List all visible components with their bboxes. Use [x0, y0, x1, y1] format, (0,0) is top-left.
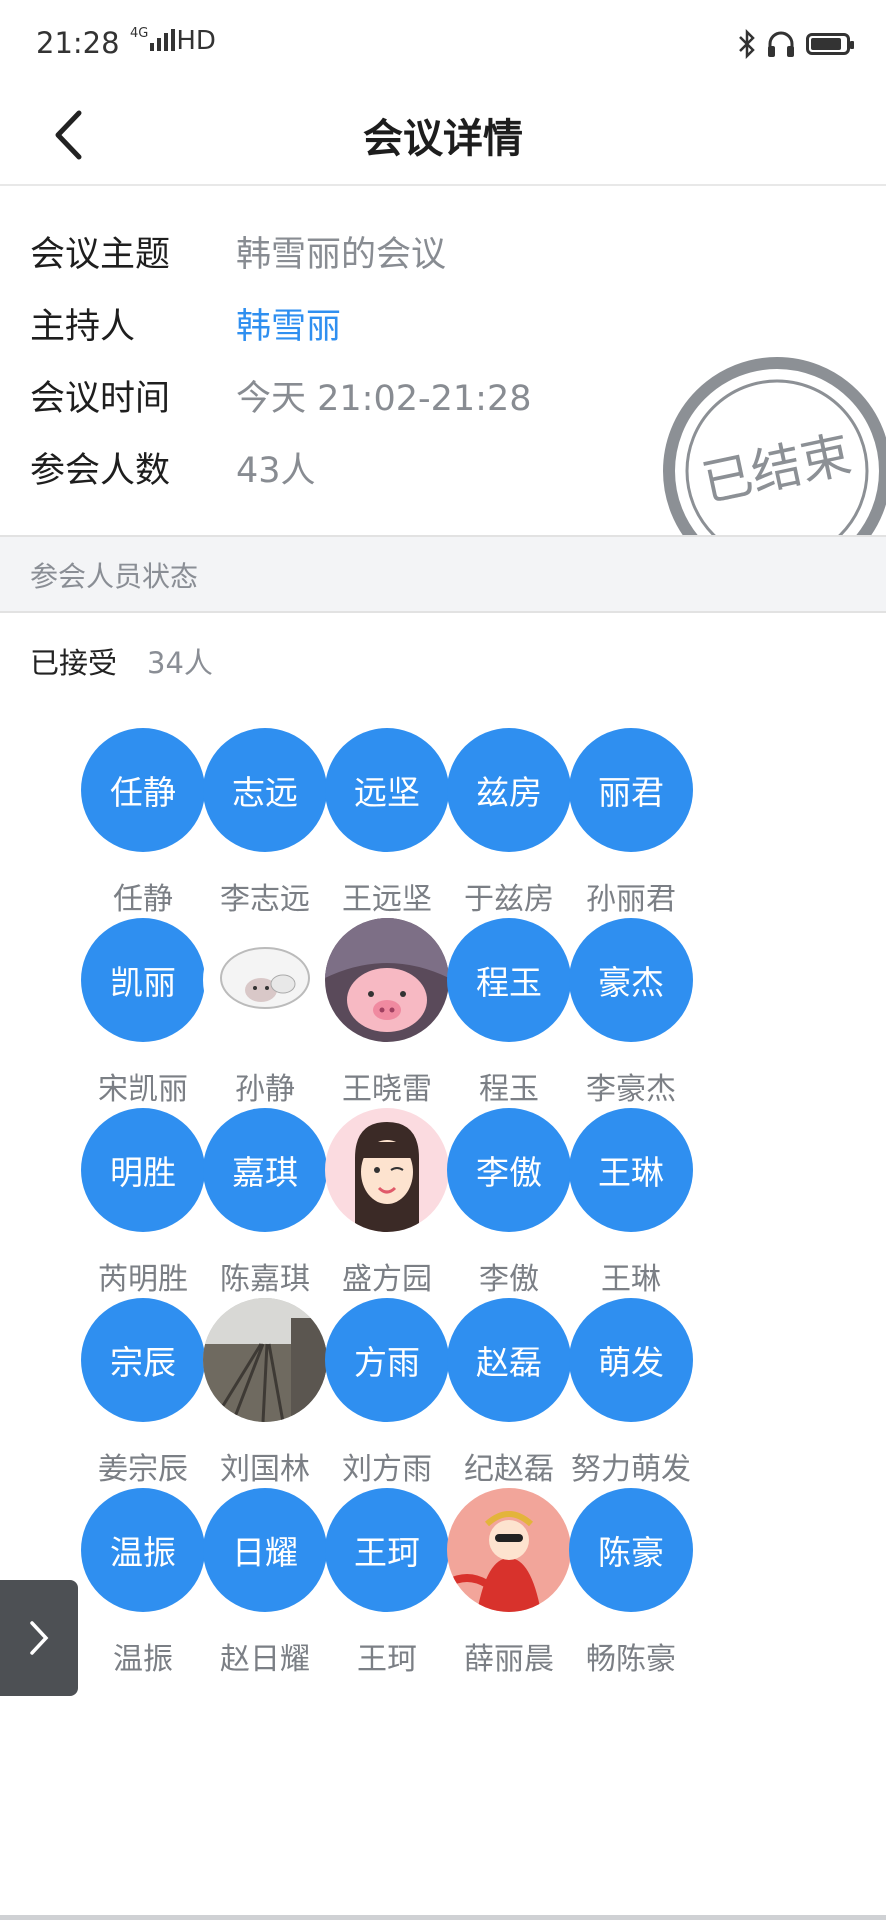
section-header: 参会人员状态 [0, 535, 886, 613]
headphones-icon [768, 31, 794, 57]
accepted-summary: 已接受 34人 [30, 640, 213, 682]
section-title: 参会人员状态 [30, 560, 199, 593]
count-row: 参会人数 43人 [30, 442, 316, 492]
accepted-count: 34人 [147, 646, 213, 680]
side-drawer-handle[interactable] [0, 1580, 78, 1696]
participant-item[interactable]: 陈豪 畅陈豪 [549, 1488, 699, 1698]
participant-name: 努力萌发 [571, 1452, 691, 1487]
host-row: 主持人 韩雪丽 [30, 298, 341, 348]
avatar: 王琳 [569, 1108, 693, 1232]
host-label: 主持人 [30, 306, 136, 347]
ended-stamp: 已结束 [662, 356, 886, 536]
participant-item[interactable]: 豪杰 李豪杰 [549, 918, 699, 1128]
status-time: 21:28 [36, 26, 120, 60]
avatar: 陈豪 [569, 1488, 693, 1612]
stamp-text: 已结束 [697, 425, 856, 513]
status-bar: 21:28 4G HD [0, 0, 886, 88]
participant-item[interactable]: 丽君 孙丽君 [549, 728, 699, 938]
app-header: 会议详情 [0, 88, 886, 186]
signal-icon [150, 29, 176, 51]
topic-value: 韩雪丽的会议 [236, 234, 447, 275]
status-right [738, 24, 854, 64]
avatar: 丽君 [569, 728, 693, 852]
participant-item[interactable]: 王琳 王琳 [549, 1108, 699, 1318]
network-type: 4G [130, 26, 149, 41]
time-row: 会议时间 今天 21:02-21:28 [30, 370, 531, 420]
battery-icon [806, 33, 854, 55]
participant-name: 王琳 [601, 1262, 661, 1297]
chevron-right-icon [30, 1621, 49, 1655]
count-label: 参会人数 [30, 450, 171, 491]
avatar: 萌发 [569, 1298, 693, 1422]
participant-name: 孙丽君 [586, 882, 676, 917]
signal-indicator: 4G HD [130, 26, 216, 56]
scroll-edge [0, 1915, 886, 1920]
accepted-label: 已接受 [30, 646, 118, 680]
hd-label: HD [176, 26, 216, 56]
topic-row: 会议主题 韩雪丽的会议 [30, 226, 446, 276]
avatar: 豪杰 [569, 918, 693, 1042]
time-label: 会议时间 [30, 378, 171, 419]
meeting-info: 会议主题 韩雪丽的会议 主持人 韩雪丽 会议时间 今天 21:02-21:28 … [0, 186, 886, 536]
count-value: 43人 [236, 450, 316, 491]
participant-name: 畅陈豪 [586, 1642, 676, 1677]
page-title: 会议详情 [363, 116, 523, 162]
time-value: 今天 21:02-21:28 [236, 378, 532, 419]
bluetooth-icon [739, 29, 755, 59]
participant-item[interactable]: 萌发 努力萌发 [549, 1298, 699, 1508]
topic-label: 会议主题 [30, 234, 171, 275]
participant-name: 李豪杰 [586, 1072, 676, 1107]
host-link[interactable]: 韩雪丽 [236, 298, 341, 349]
